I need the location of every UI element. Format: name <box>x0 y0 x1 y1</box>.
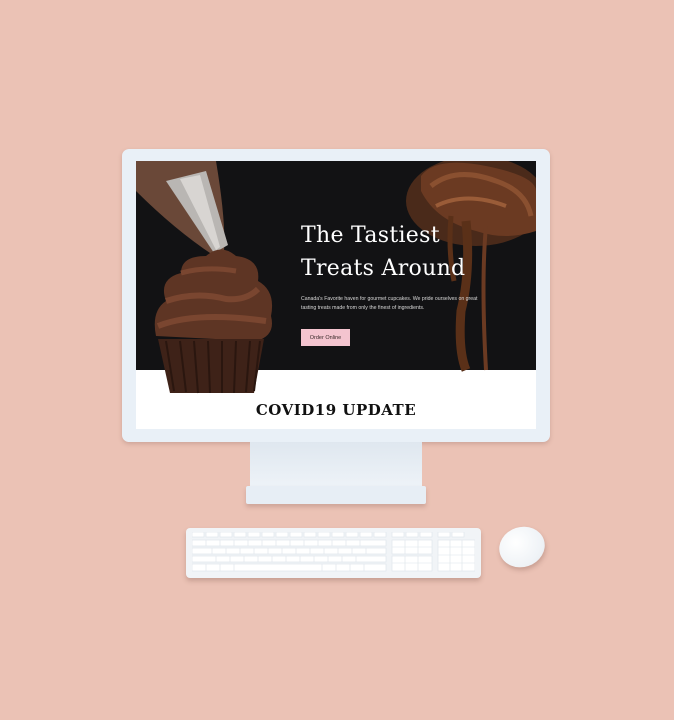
monitor-stand-neck <box>250 442 422 488</box>
order-online-button[interactable]: Order Online <box>301 329 350 346</box>
hero-title-line2: Treats Around <box>301 256 466 281</box>
mouse[interactable] <box>493 520 551 574</box>
hero-title-line1: The Tastiest <box>301 223 440 248</box>
hero-subtitle: Canada's Favorite haven for gourmet cupc… <box>301 296 478 311</box>
monitor-screen: The Tastiest Treats Around Canada's Favo… <box>136 161 536 429</box>
monitor-stand-base <box>246 486 426 504</box>
covid-update-heading: COVID19 UPDATE <box>255 401 417 419</box>
keyboard-keys <box>191 531 476 572</box>
monitor: The Tastiest Treats Around Canada's Favo… <box>122 149 550 442</box>
hero-section: The Tastiest Treats Around Canada's Favo… <box>136 161 536 394</box>
cupcake-image <box>154 249 273 394</box>
keyboard <box>186 528 481 578</box>
hero-title: The Tastiest Treats Around <box>301 219 501 285</box>
